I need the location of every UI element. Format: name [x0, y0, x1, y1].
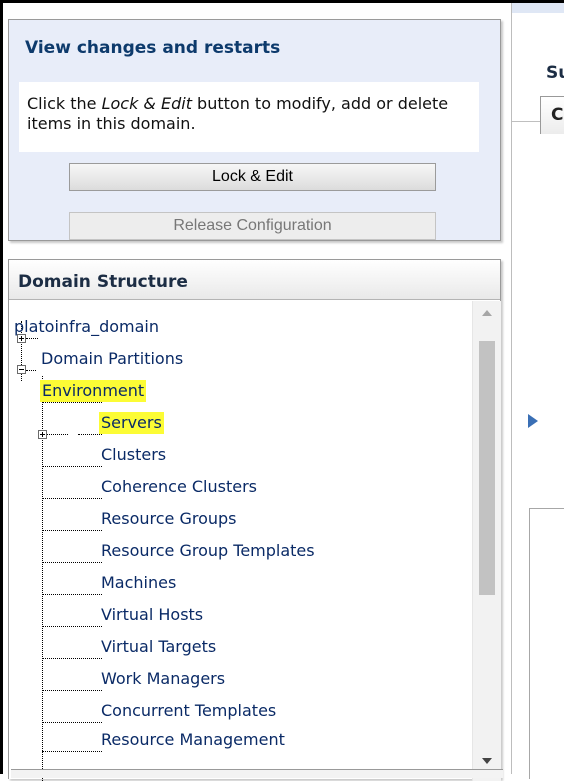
tree-connector: [42, 722, 102, 723]
tree-connector: [46, 434, 68, 435]
tree-root-domain[interactable]: platoinfra_domain: [14, 316, 159, 338]
tree-connector: [26, 338, 38, 339]
release-configuration-button[interactable]: Release Configuration: [69, 212, 436, 240]
collapse-icon[interactable]: [17, 365, 26, 374]
domain-structure-header: Domain Structure: [9, 260, 500, 300]
right-section-title: Su: [546, 63, 564, 83]
right-top-bar: [512, 3, 564, 13]
tree-connector: [42, 466, 102, 467]
tree-item-virtual-hosts[interactable]: Virtual Hosts: [101, 604, 203, 626]
tree-item-domain-partitions[interactable]: Domain Partitions: [41, 348, 183, 370]
change-center-description: Click the Lock & Edit button to modify, …: [19, 82, 479, 152]
change-center-panel: View changes and restarts Click the Lock…: [8, 19, 501, 241]
tree-item-resource-groups[interactable]: Resource Groups: [101, 508, 237, 530]
tree-item-clusters[interactable]: Clusters: [101, 444, 166, 466]
tree-connector: [26, 370, 36, 371]
tree-connector: [42, 530, 102, 531]
left-column: View changes and restarts Click the Lock…: [3, 3, 508, 781]
tree-connector: [42, 751, 102, 752]
tree-item-machines[interactable]: Machines: [101, 572, 176, 594]
scroll-down-button[interactable]: [473, 751, 501, 771]
lock-edit-button[interactable]: Lock & Edit: [69, 163, 436, 191]
tab-label: C: [551, 105, 564, 125]
tree-connector: [42, 498, 102, 499]
tree-connector: [42, 402, 102, 403]
tree-item-virtual-targets[interactable]: Virtual Targets: [101, 636, 216, 658]
tree-connector: [78, 434, 102, 435]
tab-configuration[interactable]: C: [540, 96, 564, 134]
tree-item-concurrent-templates[interactable]: Concurrent Templates: [101, 700, 276, 722]
change-center-title: View changes and restarts: [25, 38, 281, 58]
tree-item-environment[interactable]: Environment: [40, 380, 147, 402]
tree-connector: [42, 690, 102, 691]
domain-tree: platoinfra_domain Domain Partitions Envi…: [9, 301, 473, 781]
tree-connector: [42, 626, 102, 627]
expand-icon[interactable]: [38, 430, 47, 439]
tree-connector: [42, 562, 102, 563]
domain-structure-title: Domain Structure: [18, 272, 188, 292]
chevron-up-icon: [482, 310, 492, 316]
chevron-down-icon: [482, 758, 492, 764]
desc-emphasis: Lock & Edit: [101, 94, 192, 113]
expand-arrow-icon[interactable]: [528, 414, 538, 428]
desc-prefix: Click the: [27, 94, 102, 113]
scrollbar-thumb[interactable]: [479, 341, 495, 595]
tree-item-coherence-clusters[interactable]: Coherence Clusters: [101, 476, 257, 498]
tree-connector: [42, 658, 102, 659]
tree-item-resource-group-templates[interactable]: Resource Group Templates: [101, 540, 315, 562]
domain-structure-panel: Domain Structure platoinfra_domain Domai…: [8, 259, 501, 781]
tree-connector: [42, 594, 102, 595]
scroll-up-button[interactable]: [473, 303, 501, 323]
tree-item-work-managers[interactable]: Work Managers: [101, 668, 225, 690]
right-table-edge: [529, 508, 564, 779]
tree-item-servers[interactable]: Servers: [99, 412, 164, 434]
tree-scrollbar[interactable]: [472, 301, 501, 781]
right-content-column: Su C: [511, 3, 564, 779]
tree-item-resource-management[interactable]: Resource Management: [101, 729, 285, 751]
